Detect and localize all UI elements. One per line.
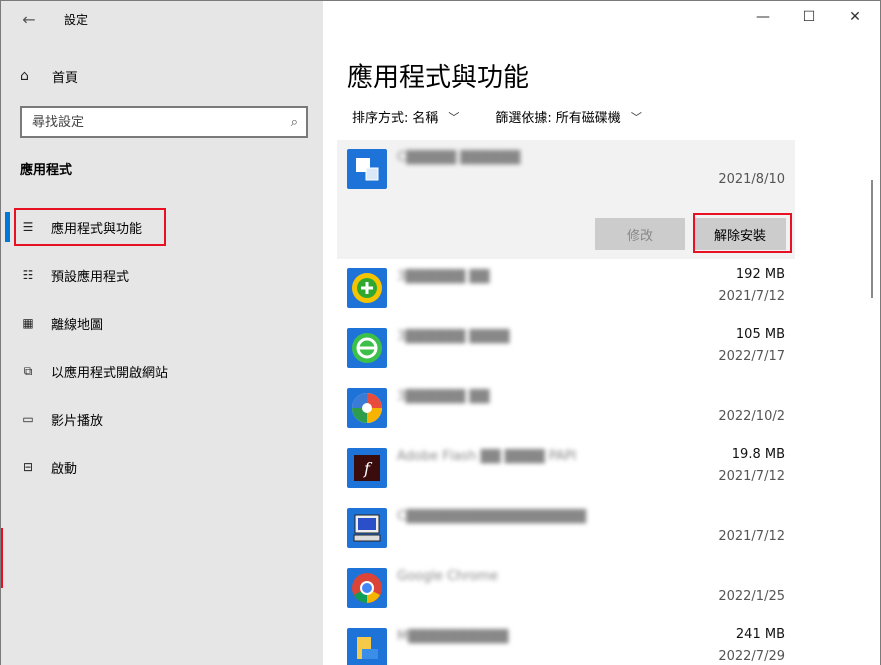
app-name: M██████████ bbox=[397, 629, 509, 644]
app-size: 19.8 MB bbox=[731, 447, 785, 462]
filter-value: 所有磁碟機 bbox=[555, 111, 621, 126]
computer-icon bbox=[347, 508, 387, 548]
home-icon: ⌂ bbox=[20, 68, 29, 84]
back-button[interactable]: ← bbox=[13, 5, 45, 33]
sort-label: 排序方式: bbox=[352, 111, 409, 126]
default-apps-icon: ☷ bbox=[22, 268, 34, 282]
app-browser-icon bbox=[347, 328, 387, 368]
chevron-down-icon: ﹀ bbox=[630, 110, 642, 124]
app-row-selected[interactable]: C█████ ██████ 2021/8/10 修改 解除安裝 bbox=[337, 140, 795, 259]
startup-icon: ⊟ bbox=[22, 460, 34, 474]
sidebar-section-title: 應用程式 bbox=[20, 163, 73, 178]
apps-features-icon: ☰ bbox=[22, 220, 34, 234]
search-box[interactable]: ⌕ bbox=[20, 106, 308, 138]
app-date: 2022/7/17 bbox=[718, 349, 785, 364]
app-row[interactable]: Google Chrome 2022/1/25 bbox=[337, 559, 795, 619]
sidebar-item-label: 離線地圖 bbox=[51, 317, 104, 333]
app-row[interactable]: f Adobe Flash ██ ████ PAPI 19.8 MB 2021/… bbox=[337, 439, 795, 499]
page-title: 應用程式與功能 bbox=[347, 63, 530, 93]
app-name: 3██████ ██ bbox=[397, 269, 490, 284]
sidebar-item-offline-maps[interactable]: ▦ 離線地圖 bbox=[19, 312, 103, 334]
highlight-outline bbox=[693, 213, 792, 253]
app-date: 2022/1/25 bbox=[718, 589, 785, 604]
app-name: C██████████████████ bbox=[397, 509, 587, 524]
search-input[interactable] bbox=[32, 114, 262, 130]
app-row[interactable]: C██████████████████ 2021/7/12 bbox=[337, 499, 795, 559]
app-date: 2022/10/2 bbox=[718, 409, 785, 424]
home-label: 首頁 bbox=[52, 70, 79, 86]
sidebar-item-apps-features[interactable]: ☰ 應用程式與功能 bbox=[19, 216, 142, 238]
app-date: 2021/7/12 bbox=[718, 529, 785, 544]
app-row[interactable]: 3██████ ████ 105 MB 2022/7/17 bbox=[337, 319, 795, 379]
modify-button[interactable]: 修改 bbox=[595, 218, 685, 250]
app-name: 3██████ ████ bbox=[397, 329, 510, 344]
app-size: 105 MB bbox=[735, 327, 785, 342]
window-title: 設定 bbox=[64, 13, 89, 27]
video-playback-icon: ▭ bbox=[22, 412, 34, 426]
sidebar-item-apps-websites[interactable]: ⧉ 以應用程式開啟網站 bbox=[19, 360, 168, 382]
filter-label: 篩選依據: bbox=[495, 111, 552, 126]
folder-icon bbox=[347, 628, 387, 665]
sidebar-item-label: 影片播放 bbox=[51, 413, 104, 429]
app-pinwheel-icon bbox=[347, 388, 387, 428]
sidebar-item-default-apps[interactable]: ☷ 預設應用程式 bbox=[19, 264, 129, 286]
search-icon[interactable]: ⌕ bbox=[291, 115, 298, 130]
app-list: C█████ ██████ 2021/8/10 修改 解除安裝 3██████ … bbox=[337, 140, 795, 665]
filter-dropdown[interactable]: 篩選依據: 所有磁碟機 ﹀ bbox=[495, 107, 642, 127]
sort-dropdown[interactable]: 排序方式: 名稱 ﹀ bbox=[352, 107, 460, 127]
minimize-button[interactable]: — bbox=[740, 1, 786, 33]
app-name: C█████ ██████ bbox=[397, 150, 521, 165]
scrollbar[interactable] bbox=[871, 180, 873, 298]
app-date: 2021/7/12 bbox=[718, 469, 785, 484]
chevron-down-icon: ﹀ bbox=[448, 110, 460, 124]
app-plus-icon bbox=[347, 268, 387, 308]
minimize-icon: — bbox=[756, 9, 770, 25]
chrome-icon bbox=[347, 568, 387, 608]
sidebar-item-label: 應用程式與功能 bbox=[51, 221, 143, 237]
app-name: Google Chrome bbox=[397, 569, 498, 584]
sidebar-item-startup[interactable]: ⊟ 啟動 bbox=[19, 456, 77, 478]
settings-sidebar: ← 設定 ⌂ 首頁 ⌕ 應用程式 ☰ 應用程式與功能 ☷ 預設應用程式 ▦ 離線… bbox=[0, 0, 323, 665]
close-button[interactable]: ✕ bbox=[832, 1, 878, 33]
installer-icon bbox=[347, 149, 387, 189]
offline-maps-icon: ▦ bbox=[22, 316, 34, 330]
sidebar-item-label: 預設應用程式 bbox=[51, 269, 130, 285]
edge-mark bbox=[1, 528, 4, 588]
app-date: 2021/8/10 bbox=[718, 172, 785, 187]
sidebar-item-label: 啟動 bbox=[51, 461, 78, 477]
active-indicator bbox=[5, 212, 10, 242]
app-size: 192 MB bbox=[735, 267, 785, 282]
back-arrow-icon: ← bbox=[22, 9, 36, 29]
app-name: Adobe Flash ██ ████ PAPI bbox=[397, 449, 577, 464]
main-content: — ☐ ✕ 應用程式與功能 排序方式: 名稱 ﹀ 篩選依據: 所有磁碟機 ﹀ C… bbox=[323, 0, 881, 665]
filter-bar: 排序方式: 名稱 ﹀ 篩選依據: 所有磁碟機 ﹀ bbox=[352, 107, 678, 127]
app-row[interactable]: M██████████ 241 MB 2022/7/29 bbox=[337, 619, 795, 665]
flash-icon: f bbox=[347, 448, 387, 488]
sidebar-item-label: 以應用程式開啟網站 bbox=[51, 365, 169, 381]
sidebar-item-video-playback[interactable]: ▭ 影片播放 bbox=[19, 408, 103, 430]
app-size: 241 MB bbox=[735, 627, 785, 642]
app-row[interactable]: 3██████ ██ 2022/10/2 bbox=[337, 379, 795, 439]
close-icon: ✕ bbox=[849, 9, 861, 25]
maximize-icon: ☐ bbox=[802, 9, 816, 25]
sort-value: 名稱 bbox=[412, 111, 439, 126]
app-date: 2022/7/29 bbox=[718, 649, 785, 664]
app-date: 2021/7/12 bbox=[718, 289, 785, 304]
apps-for-websites-icon: ⧉ bbox=[23, 363, 33, 378]
app-row[interactable]: 3██████ ██ 192 MB 2021/7/12 bbox=[337, 259, 795, 319]
maximize-button[interactable]: ☐ bbox=[786, 1, 832, 33]
app-name: 3██████ ██ bbox=[397, 389, 490, 404]
sidebar-home[interactable]: ⌂ 首頁 bbox=[20, 65, 78, 87]
